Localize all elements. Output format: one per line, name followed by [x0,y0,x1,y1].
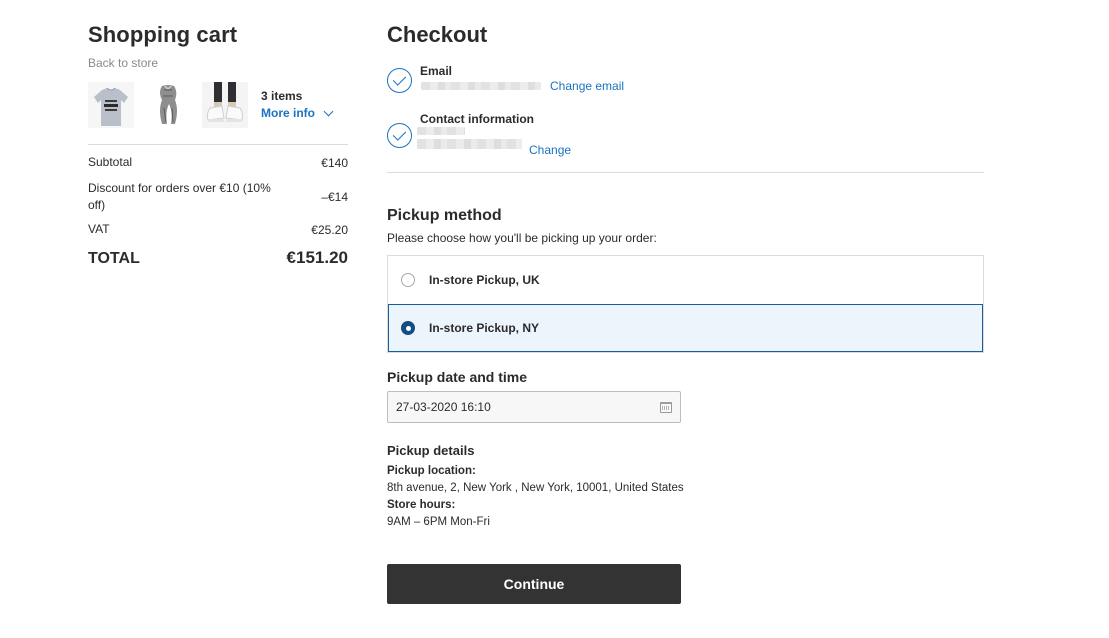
pickup-location-value: 8th avenue, 2, New York , New York, 1000… [387,482,684,494]
pickup-option-ny[interactable]: In-store Pickup, NY [388,304,983,352]
more-info-toggle[interactable]: More info [261,104,334,122]
items-info: 3 items More info [261,88,334,122]
vat-row: VAT €25.20 [88,221,348,238]
change-email-link[interactable]: Change email [550,79,624,93]
pickup-option-label: In-store Pickup, NY [429,321,540,335]
email-step: Email Change email [387,64,984,106]
scarf-product-image [145,82,191,128]
subtotal-row: Subtotal €140 [88,154,348,171]
check-circle-icon [387,68,412,93]
cart-divider [88,144,348,145]
subtotal-label: Subtotal [88,155,133,169]
vat-value: €25.20 [311,222,348,237]
cart-title: Shopping cart [88,22,238,47]
pickup-location-label: Pickup location: [387,465,476,477]
pickup-datetime-field[interactable] [387,391,681,423]
redacted-email [421,82,541,90]
tshirt-product-image [88,82,134,128]
checkout-divider [387,172,984,173]
pickup-options: In-store Pickup, UK In-store Pickup, NY [387,255,984,353]
radio-button-selected[interactable] [401,321,415,335]
discount-row: Discount for orders over €10 (10% off) –… [88,180,348,214]
sneakers-product-image [202,82,248,128]
pickup-option-uk[interactable]: In-store Pickup, UK [388,256,983,304]
shopping-cart-panel: Shopping cart Back to store 3 items More… [88,20,348,268]
checkout-panel: Checkout Email Change email Contact info… [387,20,984,604]
continue-button[interactable]: Continue [387,564,681,604]
email-label: Email [420,64,453,78]
check-circle-icon [387,123,412,148]
discount-label: Discount for orders over €10 (10% off) [88,181,271,212]
calendar-icon[interactable] [660,402,672,413]
items-count: 3 items [261,89,303,103]
store-hours-label: Store hours: [387,499,456,511]
pickup-datetime-input[interactable] [388,392,680,422]
contact-label: Contact information [420,112,534,126]
discount-value: –€14 [321,190,348,204]
pickup-datetime-title: Pickup date and time [387,369,528,385]
total-row: TOTAL €151.20 [88,248,348,268]
total-value: €151.20 [286,248,348,267]
pickup-method-subtitle: Please choose how you'll be picking up y… [387,231,657,245]
order-summary: Subtotal €140 Discount for orders over €… [88,154,348,268]
store-hours-value: 9AM – 6PM Mon-Fri [387,516,490,528]
more-info-label: More info [261,106,315,120]
total-label: TOTAL [88,249,140,267]
contact-step: Contact information Change [387,112,984,158]
pickup-option-label: In-store Pickup, UK [429,273,540,287]
radio-button[interactable] [401,273,415,287]
back-to-store-link[interactable]: Back to store [88,56,348,70]
pickup-details-title: Pickup details [387,443,475,458]
change-contact-link[interactable]: Change [529,143,571,157]
cart-thumbnails: 3 items More info [88,82,348,128]
pickup-details: Pickup location: 8th avenue, 2, New York… [387,463,984,531]
vat-label: VAT [88,222,110,236]
subtotal-value: €140 [321,155,348,170]
chevron-down-icon [323,106,334,116]
redacted-contact-name [417,127,465,135]
checkout-title: Checkout [387,22,488,47]
pickup-method-title: Pickup method [387,207,502,224]
redacted-contact-details [417,139,522,149]
